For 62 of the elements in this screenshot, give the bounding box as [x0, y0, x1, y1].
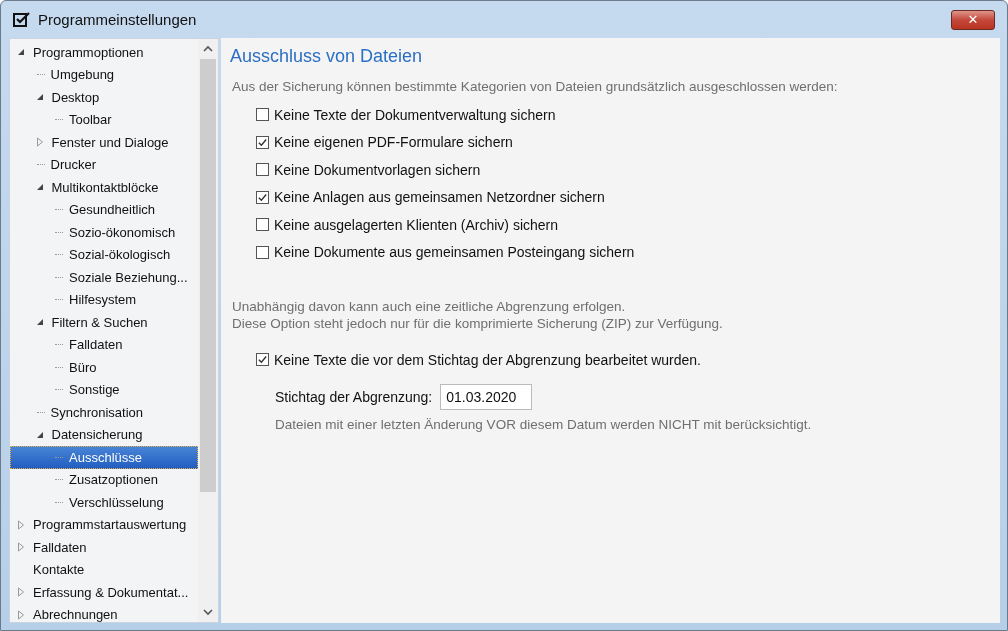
expanded-triangle-icon[interactable] [17, 48, 25, 57]
tree-item[interactable]: Erfassung & Dokumentat... [10, 581, 198, 604]
tree-item[interactable]: Zusatzoptionen [10, 468, 198, 491]
tree-item[interactable]: Datensicherung [10, 423, 198, 446]
checkbox-label[interactable]: Keine Dokumentvorlagen sichern [274, 161, 481, 178]
checkbox-app-icon [13, 11, 31, 28]
checkbox-label[interactable]: Keine eigenen PDF-Formulare sichern [274, 134, 513, 151]
tree-item[interactable]: Multikontaktblöcke [10, 176, 198, 199]
tree-item[interactable]: Gesundheitlich [10, 198, 198, 221]
tree-item[interactable]: Umgebung [10, 63, 198, 86]
intro-text: Aus der Sicherung können bestimmte Kategorien von Dateien grundsätzlich ausgeschlossen werden: [232, 78, 839, 95]
close-button[interactable]: ✕ [951, 9, 995, 30]
tree-item[interactable]: Kontakte [10, 558, 198, 581]
tree-item[interactable]: Desktop [10, 86, 198, 109]
expanded-triangle-icon[interactable] [35, 430, 44, 439]
checkbox[interactable] [256, 218, 269, 232]
hint-text: Dateien mit einer letzten Änderung VOR diesem Datum werden NICHT mit berücksichtigt. [275, 415, 813, 433]
date-label: Stichtag der Abgrenzung: [275, 388, 433, 405]
collapsed-triangle-icon[interactable] [35, 137, 44, 148]
tree-item[interactable]: Verschlüsselung [10, 491, 198, 514]
tree-item[interactable]: Filtern & Suchen [10, 311, 198, 334]
checkbox[interactable] [256, 190, 269, 204]
expanded-triangle-icon[interactable] [35, 183, 44, 192]
checkbox-label[interactable]: Keine Dokumente aus gemeinsamen Posteingang sichern [274, 244, 635, 261]
tree-item[interactable]: Synchronisation [10, 401, 198, 424]
tree-item[interactable]: Büro [10, 356, 198, 379]
note-text: Diese Option steht jedoch nur für die komprimierte Sicherung (ZIP) zur Verfügung. [232, 315, 724, 332]
expanded-triangle-icon[interactable] [35, 93, 44, 102]
checkbox[interactable] [256, 245, 269, 259]
tree-item[interactable]: Sozial-ökologisch [10, 243, 198, 266]
tree-item[interactable]: Drucker [10, 153, 198, 176]
tree-item[interactable]: Falldaten [10, 333, 198, 356]
tree-item[interactable]: Ausschlüsse [10, 446, 198, 469]
expanded-triangle-icon[interactable] [35, 318, 44, 327]
checkbox-label[interactable]: Keine Texte der Dokumentverwaltung sichern [274, 106, 556, 123]
checkbox[interactable] [256, 353, 269, 367]
tree-item[interactable]: Sozio-ökonomisch [10, 221, 198, 244]
checkbox-label[interactable]: Keine ausgelagerten Klienten (Archiv) sichern [274, 216, 559, 233]
tree-item[interactable]: Fenster und Dialoge [10, 131, 198, 154]
tree-item[interactable]: Programmoptionen [10, 41, 198, 64]
tree-item[interactable]: Toolbar [10, 108, 198, 131]
scrollbar[interactable] [198, 39, 218, 622]
checkbox[interactable] [256, 163, 269, 177]
checkbox[interactable] [256, 108, 269, 122]
window-title: Programmeinstellungen [38, 11, 198, 28]
tree-item[interactable]: Sonstige [10, 378, 198, 401]
collapsed-triangle-icon[interactable] [17, 587, 25, 598]
note-text: Unabhängig davon kann auch eine zeitliche Abgrenzung erfolgen. [232, 298, 627, 315]
tree-item[interactable]: Hilfesystem [10, 288, 198, 311]
section-heading: Ausschluss von Dateien [230, 45, 424, 68]
tree-item[interactable]: Programmstartauswertung [10, 513, 198, 536]
collapsed-triangle-icon[interactable] [17, 519, 25, 530]
checkbox-label[interactable]: Keine Anlagen aus gemeinsamen Netzordner sichern [274, 189, 605, 206]
tree-item[interactable]: Falldaten [10, 536, 198, 559]
scrollbar-thumb[interactable] [200, 59, 216, 492]
checkbox[interactable] [256, 135, 269, 149]
tree-item[interactable]: Abrechnungen [10, 603, 198, 622]
collapsed-triangle-icon[interactable] [17, 609, 25, 620]
date-field[interactable]: 01.03.2020 [440, 383, 533, 410]
tree-item[interactable]: Soziale Beziehung... [10, 266, 198, 289]
collapsed-triangle-icon[interactable] [17, 542, 25, 553]
checkbox-label[interactable]: Keine Texte die vor dem Stichtag der Abgrenzung bearbeitet wurden. [274, 351, 701, 368]
